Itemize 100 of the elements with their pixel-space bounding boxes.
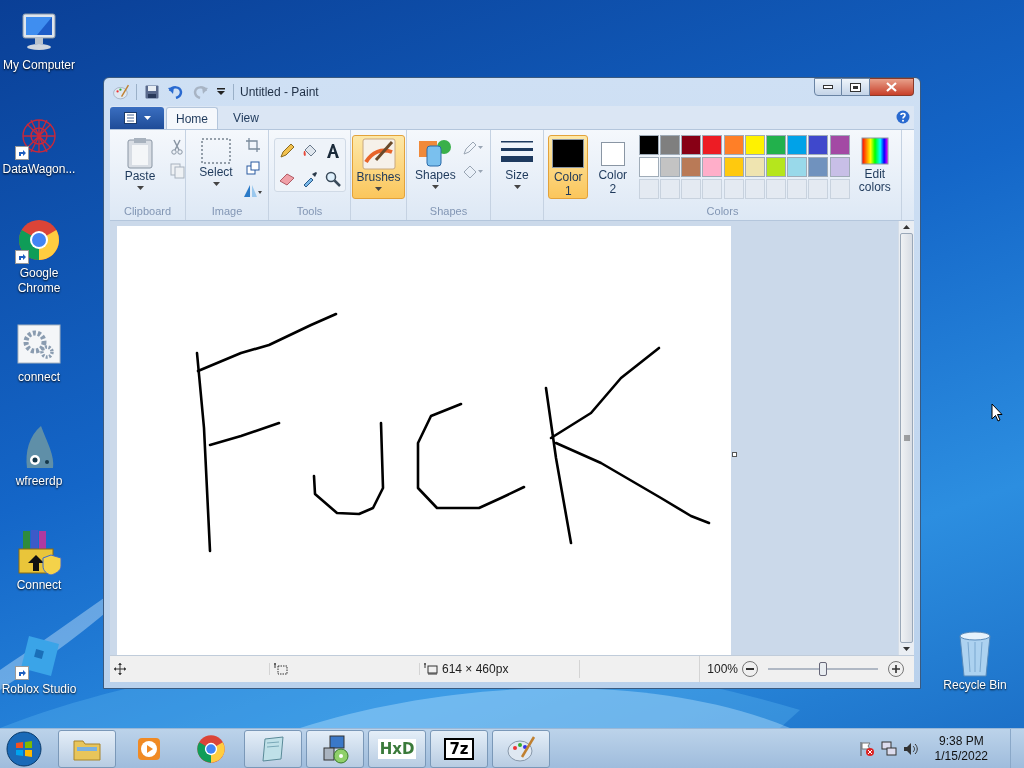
group-label: Shapes <box>428 205 469 220</box>
caret-icon <box>431 185 439 190</box>
copy-icon <box>169 163 185 180</box>
move-cross-icon <box>114 663 126 676</box>
palette-swatch[interactable] <box>787 157 808 178</box>
help-icon <box>896 110 910 125</box>
palette-swatch[interactable] <box>787 135 808 156</box>
brushes-button[interactable]: Brushes <box>352 135 405 200</box>
active-color-button[interactable]: Color 2 <box>592 135 633 200</box>
caret-icon <box>136 186 144 191</box>
windows-orb-icon <box>6 730 42 767</box>
ribbon-tab[interactable]: Home <box>166 107 218 130</box>
minimize-icon <box>823 85 833 89</box>
brush-icon <box>361 138 396 171</box>
gears-icon <box>17 324 61 364</box>
caret-icon <box>375 187 382 192</box>
palette-swatch[interactable] <box>744 135 765 156</box>
window-title: Untitled - Paint <box>240 83 319 101</box>
shapes-button[interactable]: Shapes <box>411 135 460 200</box>
palette-swatch[interactable] <box>681 135 702 156</box>
eraser-icon <box>278 172 295 187</box>
palette-swatch[interactable] <box>681 157 702 178</box>
magnifier-icon <box>324 171 341 188</box>
palette-swatch[interactable] <box>766 157 786 178</box>
group-label: Clipboard <box>122 205 173 220</box>
zoom-percentage: 100% <box>707 661 738 679</box>
taskbar-button[interactable]: 7z <box>430 729 488 768</box>
restore-icon <box>850 82 861 92</box>
size-button[interactable]: Size <box>493 135 541 200</box>
desktop-shortcut[interactable]: Google Chrome <box>0 216 78 296</box>
edit-colors-button[interactable]: Edit colors <box>852 135 897 195</box>
minimize-button[interactable] <box>814 78 842 96</box>
paste-button[interactable]: Paste <box>116 134 164 199</box>
palette-icon <box>506 734 536 763</box>
palette-swatch[interactable] <box>808 157 829 178</box>
zoom-slider[interactable] <box>768 662 878 677</box>
ribbon-tab[interactable]: View <box>220 107 272 130</box>
resize-icon <box>246 161 260 176</box>
group-label: Colors <box>705 205 740 220</box>
caret-icon <box>212 182 220 187</box>
palette-icon <box>112 83 130 100</box>
group-label: Tools <box>295 205 324 220</box>
palette-swatch[interactable] <box>660 135 681 156</box>
resize-handle[interactable] <box>732 452 737 458</box>
file-menu-button[interactable] <box>110 107 164 130</box>
undo-icon <box>168 84 184 99</box>
chrome-icon <box>17 218 61 262</box>
taskbar-button[interactable] <box>306 729 364 768</box>
letter-a-icon <box>324 143 341 160</box>
desktop-shortcut[interactable]: Connect <box>0 528 78 593</box>
active-color-button[interactable]: Color 1 <box>548 135 589 200</box>
eyedropper-icon <box>301 171 318 188</box>
palette-swatch[interactable] <box>829 135 850 156</box>
palette-swatch[interactable] <box>808 135 829 156</box>
plus-icon <box>892 665 900 674</box>
maximize-button[interactable] <box>842 78 870 96</box>
dashed-rectangle-icon <box>200 137 232 166</box>
scroll-down-icon <box>903 647 910 652</box>
taskbar-button[interactable]: HxD <box>368 729 426 768</box>
pencil-outline-icon <box>461 140 484 157</box>
notepad-icon <box>259 734 287 763</box>
palette-swatch[interactable] <box>723 135 744 156</box>
spectrum-icon <box>860 137 889 166</box>
palette-swatch[interactable] <box>660 157 681 178</box>
mouse-pointer-icon <box>991 403 1003 422</box>
desktop-shortcut[interactable]: DataWagon... <box>0 112 78 177</box>
desktop-shortcut[interactable]: Roblox Studio <box>0 632 78 697</box>
group-label: Image <box>210 205 244 220</box>
flag-icon <box>858 740 875 757</box>
clock-time: 9:38 PM <box>938 733 984 749</box>
caret-icon <box>217 87 225 96</box>
play-icon <box>136 735 162 762</box>
selection-size-icon <box>274 663 288 676</box>
caret-icon <box>143 116 151 121</box>
palette-swatch[interactable] <box>702 157 723 178</box>
desktop-shortcut[interactable]: My Computer <box>0 8 78 73</box>
crop-icon <box>246 138 260 153</box>
network-icon <box>880 740 897 757</box>
close-button[interactable] <box>870 78 914 96</box>
bucket-outline-icon <box>461 164 484 181</box>
palette-swatch[interactable] <box>829 157 850 178</box>
vertical-scrollbar[interactable] <box>898 221 914 656</box>
palette-swatch[interactable] <box>638 157 659 178</box>
palette-swatch[interactable] <box>723 157 744 178</box>
desktop-shortcut[interactable]: connect <box>0 320 78 385</box>
slider-thumb[interactable] <box>819 662 827 677</box>
minus-icon <box>746 668 754 671</box>
desktop-shortcut[interactable]: wfreerdp <box>0 424 78 489</box>
palette-swatch[interactable] <box>702 135 723 156</box>
chrome-icon <box>196 733 226 764</box>
palette-swatch[interactable] <box>766 135 786 156</box>
select-button[interactable]: Select <box>192 134 240 199</box>
start-button[interactable] <box>4 730 44 767</box>
scroll-thumb[interactable] <box>900 233 913 644</box>
taskbar-button[interactable] <box>492 729 550 768</box>
palette-swatch[interactable] <box>638 135 659 156</box>
palette-swatch[interactable] <box>744 157 765 178</box>
canvas-dimensions: 614 × 460px <box>442 661 509 679</box>
desktop-shortcut[interactable]: Recycle Bin <box>940 630 1010 693</box>
close-icon <box>886 82 897 92</box>
